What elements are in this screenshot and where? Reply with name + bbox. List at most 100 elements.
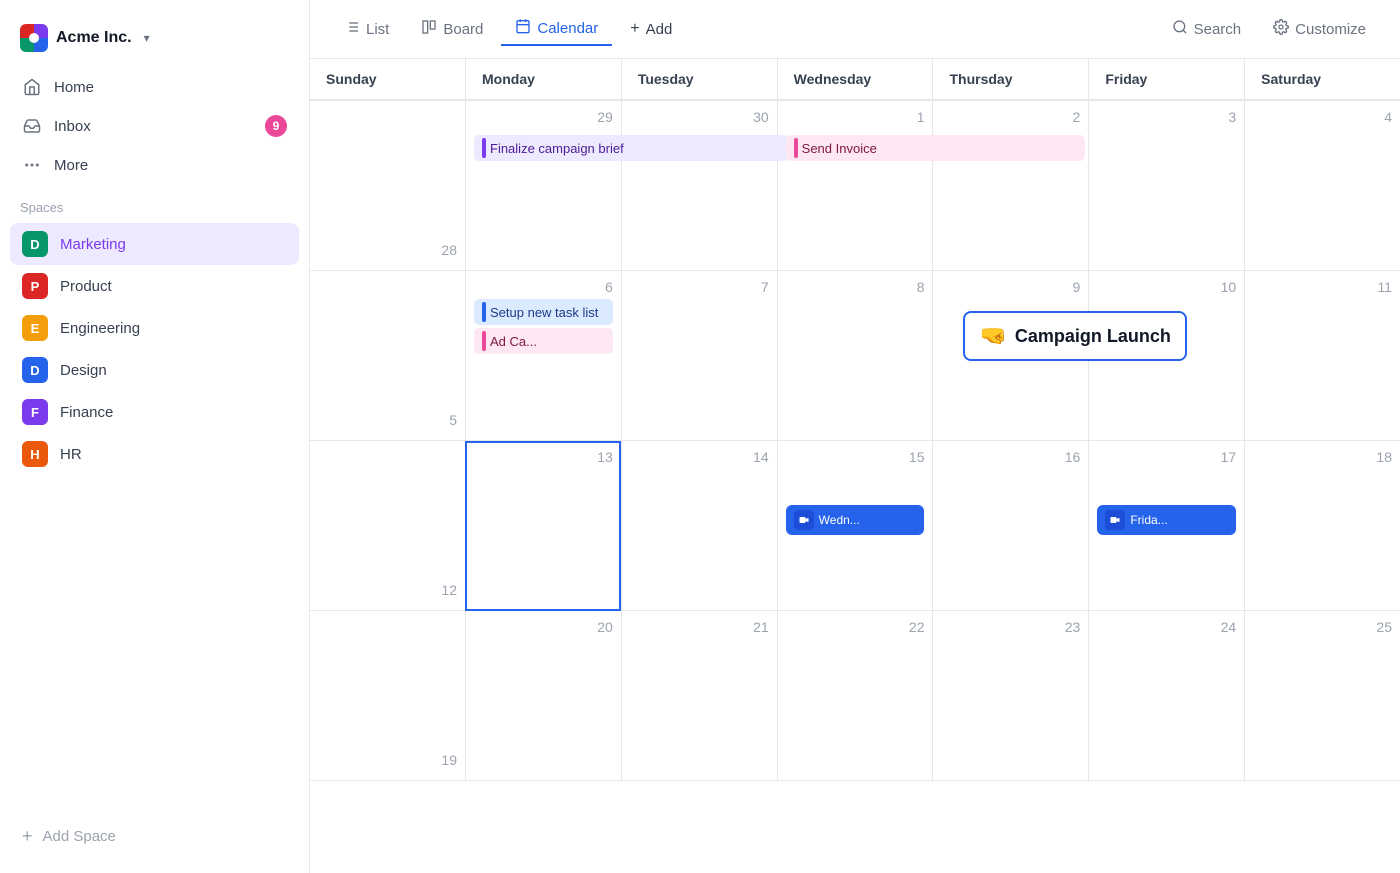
event-invoice[interactable]: Send Invoice [786,135,1086,161]
date-12: 12 [441,582,457,598]
toolbar: List Board Calendar + Add [310,0,1400,59]
event-invoice-label: Send Invoice [802,141,877,156]
cell-wed-8[interactable]: 8 [777,271,933,441]
cell-tue-7[interactable]: 7 [621,271,777,441]
cell-fri-3[interactable]: 3 [1088,101,1244,271]
week-row-2: 5 6 Setup new task list Ad Ca... 7 [310,271,1400,441]
cell-tue-30[interactable]: 30 [621,101,777,271]
event-wednesday-label: Wedn... [819,513,860,527]
date-4: 4 [1253,109,1392,125]
date-19: 19 [441,752,457,768]
cell-tue-21[interactable]: 21 [621,611,777,781]
date-1: 1 [786,109,925,125]
date-29: 29 [474,109,613,125]
app-logo[interactable]: Acme Inc. ▾ [0,16,309,68]
date-2: 2 [941,109,1080,125]
date-8: 8 [786,279,925,295]
search-button[interactable]: Search [1158,13,1256,45]
cell-sun-12[interactable]: 12 [310,441,465,611]
cell-sat-25[interactable]: 25 [1244,611,1400,781]
date-5: 5 [449,412,457,428]
space-label-engineering: Engineering [60,320,140,337]
more-icon [22,155,42,175]
space-avatar-product: P [22,273,48,299]
day-header-sunday: Sunday [310,59,465,100]
meet-icon-fri [1105,510,1125,530]
date-10: 10 [1097,279,1236,295]
space-item-engineering[interactable]: E Engineering [10,307,299,349]
cell-mon-29[interactable]: 29 Finalize campaign brief [465,101,621,271]
add-button[interactable]: + Add [616,14,686,44]
search-icon [1172,19,1188,39]
event-campaign-launch[interactable]: 🤜 Campaign Launch [963,311,1186,361]
event-setup[interactable]: Setup new task list [474,299,613,325]
space-label-design: Design [60,362,107,379]
campaign-launch-label: Campaign Launch [1015,326,1171,347]
tab-board[interactable]: Board [407,13,497,45]
cell-sat-18[interactable]: 18 [1244,441,1400,611]
cell-thu-2[interactable]: 2 [932,101,1088,271]
nav-inbox[interactable]: Inbox 9 [10,106,299,146]
event-friday-meeting[interactable]: Frida... [1097,505,1236,535]
tab-list[interactable]: List [330,13,403,45]
date-23: 23 [941,619,1080,635]
cell-sat-4[interactable]: 4 [1244,101,1400,271]
cell-wed-1[interactable]: 1 Send Invoice [777,101,933,271]
space-item-hr[interactable]: H HR [10,433,299,475]
inbox-badge: 9 [265,115,287,137]
cell-fri-17[interactable]: 17 Frida... [1088,441,1244,611]
cell-sat-11[interactable]: 11 [1244,271,1400,441]
event-adca[interactable]: Ad Ca... [474,328,613,354]
tab-board-label: Board [443,21,483,38]
week-row-4: 19 20 21 22 23 24 25 [310,611,1400,781]
week-row-3: 12 13 14 15 Wedn... [310,441,1400,611]
event-finalize-label: Finalize campaign brief [490,141,624,156]
date-15: 15 [786,449,925,465]
date-28: 28 [441,242,457,258]
calendar-body: Sunday Monday Tuesday Wednesday Thursday… [310,59,1400,781]
cell-fri-24[interactable]: 24 [1088,611,1244,781]
calendar-header: Sunday Monday Tuesday Wednesday Thursday… [310,59,1400,101]
cell-wed-22[interactable]: 22 [777,611,933,781]
date-25: 25 [1253,619,1392,635]
event-finalize[interactable]: Finalize campaign brief [474,135,788,161]
plus-icon: + [22,826,33,847]
day-header-friday: Friday [1088,59,1244,100]
cell-sun-28[interactable]: 28 [310,101,465,271]
inbox-icon [22,116,42,136]
space-avatar-finance: F [22,399,48,425]
date-7: 7 [630,279,769,295]
main-nav: Home Inbox 9 More [0,68,309,184]
cell-wed-15[interactable]: 15 Wedn... [777,441,933,611]
cell-mon-13[interactable]: 13 [465,441,621,611]
cell-tue-14[interactable]: 14 [621,441,777,611]
cell-mon-6[interactable]: 6 Setup new task list Ad Ca... [465,271,621,441]
customize-button[interactable]: Customize [1259,13,1380,45]
date-6: 6 [474,279,613,295]
space-item-marketing[interactable]: D Marketing [10,223,299,265]
add-label: Add [646,21,673,38]
nav-more[interactable]: More [10,146,299,184]
cell-sun-19[interactable]: 19 [310,611,465,781]
cell-thu-9[interactable]: 9 🤜 Campaign Launch [932,271,1088,441]
event-friday-label: Frida... [1130,513,1167,527]
date-24: 24 [1097,619,1236,635]
space-item-product[interactable]: P Product [10,265,299,307]
cell-mon-20[interactable]: 20 [465,611,621,781]
cell-thu-23[interactable]: 23 [932,611,1088,781]
event-wednesday-meeting[interactable]: Wedn... [786,505,925,535]
add-space-button[interactable]: + Add Space [0,814,309,857]
nav-home[interactable]: Home [10,68,299,106]
date-14: 14 [630,449,769,465]
cell-thu-16[interactable]: 16 [932,441,1088,611]
space-item-design[interactable]: D Design [10,349,299,391]
tab-calendar[interactable]: Calendar [501,12,612,46]
date-13: 13 [474,449,613,465]
space-item-finance[interactable]: F Finance [10,391,299,433]
board-icon [421,19,437,39]
cell-sun-5[interactable]: 5 [310,271,465,441]
calendar-icon [515,18,531,38]
plus-add-icon: + [630,20,639,38]
tab-list-label: List [366,21,389,38]
date-30: 30 [630,109,769,125]
